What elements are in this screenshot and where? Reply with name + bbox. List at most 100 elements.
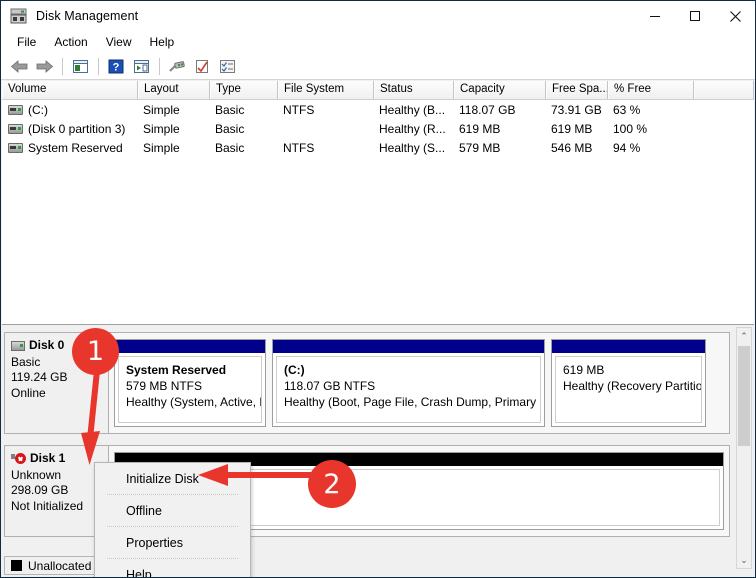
volume-list-panel: Volume Layout Type File System Status Ca… bbox=[2, 81, 754, 325]
maximize-button[interactable] bbox=[675, 1, 715, 31]
volume-list-rows: (C:) Simple Basic NTFS Healthy (B... 118… bbox=[2, 100, 754, 157]
volume-cell: System Reserved bbox=[2, 141, 138, 155]
volume-list-header: Volume Layout Type File System Status Ca… bbox=[2, 81, 754, 100]
menu-item-properties[interactable]: Properties bbox=[95, 528, 250, 558]
layout-cell: Simple bbox=[143, 140, 180, 155]
partition-body: (C:) 118.07 GB NTFS Healthy (Boot, Page … bbox=[276, 356, 541, 423]
percent-free-cell: 63 % bbox=[613, 102, 641, 117]
partition-size: 118.07 GB NTFS bbox=[284, 379, 376, 393]
show-hide-console-tree-icon[interactable] bbox=[68, 55, 92, 77]
properties-check-icon[interactable] bbox=[190, 55, 214, 77]
menu-item-offline[interactable]: Offline bbox=[95, 496, 250, 526]
disk-state: Online bbox=[11, 385, 46, 400]
partition-body: 619 MB Healthy (Recovery Partitio bbox=[555, 356, 702, 423]
partition-size: 579 MB NTFS bbox=[126, 379, 203, 393]
help-icon[interactable]: ? bbox=[104, 55, 128, 77]
table-row[interactable]: (C:) Simple Basic NTFS Healthy (B... 118… bbox=[2, 100, 754, 119]
column-header-status[interactable]: Status bbox=[374, 81, 454, 99]
window-controls bbox=[635, 1, 755, 31]
scroll-up-icon[interactable]: ⌃ bbox=[737, 328, 751, 344]
layout-cell: Simple bbox=[143, 121, 180, 136]
column-header-empty[interactable] bbox=[694, 81, 754, 99]
disk-error-icon bbox=[11, 452, 27, 465]
status-cell: Healthy (B... bbox=[379, 102, 446, 117]
svg-text:?: ? bbox=[113, 61, 120, 73]
scroll-down-icon[interactable]: ⌄ bbox=[737, 552, 751, 568]
disk-panel-scrollbar[interactable]: ⌃ ⌄ bbox=[736, 327, 752, 569]
context-menu: Initialize Disk Offline Properties Help bbox=[94, 462, 251, 577]
disk-name: Disk 1 bbox=[30, 451, 66, 465]
menu-item-initialize-disk[interactable]: Initialize Disk bbox=[95, 464, 250, 494]
drive-icon bbox=[8, 104, 23, 115]
menu-view[interactable]: View bbox=[97, 33, 141, 51]
minimize-button[interactable] bbox=[635, 1, 675, 31]
capacity-cell: 619 MB bbox=[459, 121, 501, 136]
volume-label: (Disk 0 partition 3) bbox=[28, 121, 126, 136]
forward-arrow-icon[interactable] bbox=[32, 55, 56, 77]
capacity-cell: 118.07 GB bbox=[459, 102, 516, 117]
scrollbar-track[interactable] bbox=[737, 344, 751, 552]
toolbar: ? bbox=[1, 53, 755, 80]
legend: Unallocated bbox=[4, 556, 99, 575]
drive-icon bbox=[8, 123, 23, 134]
menu-bar: File Action View Help bbox=[1, 31, 755, 53]
column-header-file-system[interactable]: File System bbox=[278, 81, 374, 99]
volume-cell: (Disk 0 partition 3) bbox=[2, 122, 138, 136]
column-header-layout[interactable]: Layout bbox=[138, 81, 210, 99]
partition-bar bbox=[273, 340, 544, 353]
volume-cell: (C:) bbox=[2, 103, 138, 117]
legend-label-unallocated: Unallocated bbox=[28, 558, 92, 573]
file-system-cell: NTFS bbox=[283, 140, 315, 155]
table-row[interactable]: (Disk 0 partition 3) Simple Basic Health… bbox=[2, 119, 754, 138]
partition-status: Healthy (System, Active, F bbox=[126, 395, 262, 409]
partition-status: Healthy (Recovery Partitio bbox=[563, 379, 702, 393]
column-header-volume[interactable]: Volume bbox=[2, 81, 138, 99]
menu-action[interactable]: Action bbox=[45, 33, 96, 51]
rescan-disks-icon[interactable] bbox=[165, 55, 189, 77]
layout-cell: Simple bbox=[143, 102, 180, 117]
disk-icon bbox=[11, 340, 25, 351]
partition-bar bbox=[552, 340, 705, 353]
free-space-cell: 546 MB bbox=[551, 140, 593, 155]
toolbar-separator bbox=[98, 57, 99, 75]
title-bar: Disk Management bbox=[1, 1, 755, 31]
column-header-capacity[interactable]: Capacity bbox=[454, 81, 546, 99]
menu-file[interactable]: File bbox=[8, 33, 45, 51]
column-header-type[interactable]: Type bbox=[210, 81, 278, 99]
toolbar-separator bbox=[62, 57, 63, 75]
status-cell: Healthy (R... bbox=[379, 121, 446, 136]
close-button[interactable] bbox=[715, 1, 755, 31]
annotation-marker-2: 2 bbox=[308, 460, 356, 508]
partition-system-reserved[interactable]: System Reserved 579 MB NTFS Healthy (Sys… bbox=[114, 339, 266, 427]
partition-size: 619 MB bbox=[563, 363, 605, 377]
legend-swatch-unallocated bbox=[11, 560, 22, 571]
volume-label: (C:) bbox=[28, 102, 48, 117]
partition-bar bbox=[115, 340, 265, 353]
show-action-pane-icon[interactable] bbox=[129, 55, 153, 77]
back-arrow-icon[interactable] bbox=[7, 55, 31, 77]
column-header-percent-free[interactable]: % Free bbox=[608, 81, 694, 99]
partition-name: System Reserved bbox=[126, 363, 227, 377]
capacity-cell: 579 MB bbox=[459, 140, 501, 155]
partition-status: Healthy (Boot, Page File, Crash Dump, Pr… bbox=[284, 395, 541, 409]
file-system-cell: NTFS bbox=[283, 102, 315, 117]
menu-help[interactable]: Help bbox=[141, 33, 184, 51]
disk-name: Disk 0 bbox=[29, 338, 65, 352]
free-space-cell: 73.91 GB bbox=[551, 102, 602, 117]
partition-body: System Reserved 579 MB NTFS Healthy (Sys… bbox=[118, 356, 262, 423]
column-header-free-space[interactable]: Free Spa... bbox=[546, 81, 608, 99]
table-row[interactable]: System Reserved Simple Basic NTFS Health… bbox=[2, 138, 754, 157]
toolbar-separator bbox=[159, 57, 160, 75]
percent-free-cell: 100 % bbox=[613, 121, 648, 136]
type-cell: Basic bbox=[215, 121, 245, 136]
scrollbar-thumb[interactable] bbox=[738, 346, 750, 446]
partition-c-drive[interactable]: (C:) 118.07 GB NTFS Healthy (Boot, Page … bbox=[272, 339, 545, 427]
disk-partitions-disk0: System Reserved 579 MB NTFS Healthy (Sys… bbox=[109, 332, 730, 434]
type-cell: Basic bbox=[215, 140, 245, 155]
menu-item-help[interactable]: Help bbox=[95, 560, 250, 577]
disk-management-window: Disk Management File Action View Help ? … bbox=[0, 0, 756, 578]
type-cell: Basic bbox=[215, 102, 245, 117]
partition-recovery[interactable]: 619 MB Healthy (Recovery Partitio bbox=[551, 339, 706, 427]
view-options-icon[interactable] bbox=[215, 55, 239, 77]
volume-label: System Reserved bbox=[28, 140, 123, 155]
